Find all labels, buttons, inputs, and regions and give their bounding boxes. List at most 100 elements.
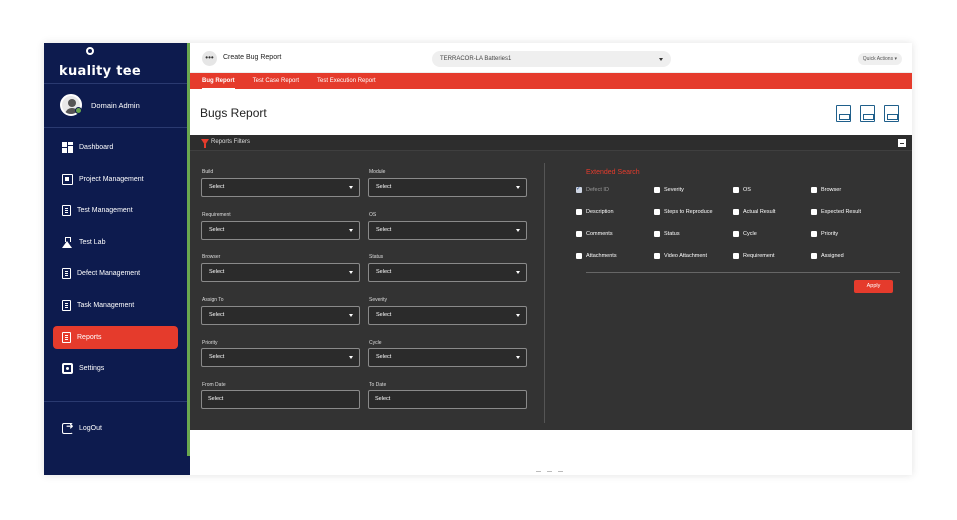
checkbox-requirement[interactable]: Requirement — [733, 253, 775, 259]
chevron-down-icon — [516, 186, 520, 189]
priority-select[interactable]: Select — [201, 348, 360, 367]
sidebar-item-label: Reports — [77, 334, 102, 341]
os-select[interactable]: Select — [368, 221, 527, 240]
tab-bug-report[interactable]: Bug Report — [202, 73, 235, 89]
sidebar-item-defect-management[interactable]: Defect Management — [53, 262, 178, 285]
app-window: kuality tee Domain Admin Dashboard Proje… — [44, 43, 912, 475]
export-csv-icon[interactable] — [836, 105, 851, 122]
top-bar: ••• Create Bug Report TERRACOR-LA Batter… — [190, 43, 912, 73]
checkbox-box[interactable] — [811, 253, 817, 259]
checkbox-box[interactable] — [733, 187, 739, 193]
logo-mark-icon — [86, 47, 94, 55]
checkbox-actual-result[interactable]: Actual Result — [733, 209, 775, 215]
assign-to-select[interactable]: Select — [201, 306, 360, 325]
select-value: Select — [376, 184, 392, 190]
checkbox-status[interactable]: Status — [654, 231, 680, 237]
more-options-button[interactable]: ••• — [202, 51, 217, 66]
chevron-down-icon — [349, 356, 353, 359]
checkbox-box[interactable] — [733, 253, 739, 259]
sidebar-item-label: Test Management — [77, 207, 133, 214]
browser-select[interactable]: Select — [201, 263, 360, 282]
cycle-select[interactable]: Select — [368, 348, 527, 367]
checkbox-box[interactable] — [733, 209, 739, 215]
checkbox-label: Priority — [821, 231, 839, 237]
select-value: Select — [209, 312, 225, 318]
extended-search-title: Extended Search — [586, 169, 640, 176]
checkbox-box[interactable] — [576, 185, 582, 193]
chevron-down-icon — [516, 356, 520, 359]
export-pdf-icon[interactable] — [884, 105, 899, 122]
checkbox-browser[interactable]: Browser — [811, 187, 841, 193]
checkbox-box[interactable] — [576, 253, 582, 259]
severity-select[interactable]: Select — [368, 306, 527, 325]
sidebar-item-test-management[interactable]: Test Management — [53, 199, 178, 222]
checkbox-priority[interactable]: Priority — [811, 231, 838, 237]
checkbox-box[interactable] — [811, 187, 817, 193]
to-date-input[interactable]: Select — [368, 390, 527, 409]
checkbox-box[interactable] — [576, 231, 582, 237]
online-status-icon — [75, 107, 82, 114]
tab-test-case-report[interactable]: Test Case Report — [253, 73, 299, 89]
checkbox-comments[interactable]: Comments — [576, 231, 613, 237]
project-select[interactable]: TERRACOR-LA Batteries1 — [432, 51, 671, 67]
dashboard-icon — [62, 142, 73, 153]
report-tabs: Bug Report Test Case Report Test Executi… — [190, 73, 912, 89]
logout-icon — [62, 421, 74, 434]
checkbox-video-attachment[interactable]: Video Attachment — [654, 253, 707, 259]
checkbox-label: Defect ID — [586, 187, 609, 193]
checkbox-expected-result[interactable]: Expected Result — [811, 209, 861, 215]
sidebar-item-project-management[interactable]: Project Management — [53, 168, 178, 191]
tab-test-execution-report[interactable]: Test Execution Report — [317, 73, 376, 89]
checkbox-box[interactable] — [654, 231, 660, 237]
chevron-down-icon — [516, 271, 520, 274]
status-select[interactable]: Select — [368, 263, 527, 282]
checkbox-label: Requirement — [743, 253, 775, 259]
checkbox-box[interactable] — [811, 209, 817, 215]
checkbox-attachments[interactable]: Attachments — [576, 253, 617, 259]
flask-icon — [62, 237, 73, 248]
checkbox-os[interactable]: OS — [733, 187, 751, 193]
checkbox-box[interactable] — [733, 231, 739, 237]
checkbox-box[interactable] — [654, 209, 660, 215]
checkbox-assigned[interactable]: Assigned — [811, 253, 844, 259]
test-management-icon — [62, 205, 71, 216]
sidebar-item-dashboard[interactable]: Dashboard — [53, 136, 178, 159]
sidebar-divider — [44, 83, 187, 84]
page-heading: Create Bug Report — [223, 54, 282, 61]
checkbox-steps-to-reproduce[interactable]: Steps to Reproduce — [654, 209, 713, 215]
user-profile[interactable]: Domain Admin — [60, 94, 140, 116]
checkbox-label: Video Attachment — [664, 253, 708, 259]
from-date-input[interactable]: Select — [201, 390, 360, 409]
sidebar-item-task-management[interactable]: Task Management — [53, 294, 178, 317]
checkbox-description[interactable]: Description — [576, 209, 614, 215]
field-label: Cycle — [369, 340, 382, 346]
reports-icon — [62, 332, 71, 343]
scroll-indicator — [536, 471, 566, 474]
select-value: Select — [209, 184, 225, 190]
checkbox-box[interactable] — [654, 253, 660, 259]
logo: kuality tee — [59, 47, 141, 79]
chevron-down-icon — [516, 229, 520, 232]
checkbox-box[interactable] — [576, 209, 582, 215]
sidebar-item-settings[interactable]: Settings — [53, 357, 178, 380]
apply-button[interactable]: Apply — [854, 280, 893, 293]
field-label: Browser — [202, 254, 221, 260]
requirement-select[interactable]: Select — [201, 221, 360, 240]
logout-button[interactable]: LogOut — [53, 417, 178, 440]
sidebar-item-test-lab[interactable]: Test Lab — [53, 231, 178, 254]
page-title: Bugs Report — [200, 106, 267, 120]
checkbox-defect-id[interactable]: Defect ID — [576, 185, 609, 193]
module-select[interactable]: Select — [368, 178, 527, 197]
quick-actions-button[interactable]: Quick Actions ▾ — [857, 53, 902, 65]
checkbox-box[interactable] — [654, 187, 660, 193]
checkbox-severity[interactable]: Severity — [654, 187, 684, 193]
collapse-button[interactable] — [898, 139, 906, 147]
checkbox-box[interactable] — [811, 231, 817, 237]
checkbox-cycle[interactable]: Cycle — [733, 231, 757, 237]
export-xls-icon[interactable] — [860, 105, 875, 122]
field-label: From Date — [202, 382, 226, 388]
build-select[interactable]: Select — [201, 178, 360, 197]
sidebar-item-reports[interactable]: Reports — [53, 326, 178, 349]
field-label: Priority — [202, 340, 218, 346]
select-value: Select — [209, 269, 225, 275]
